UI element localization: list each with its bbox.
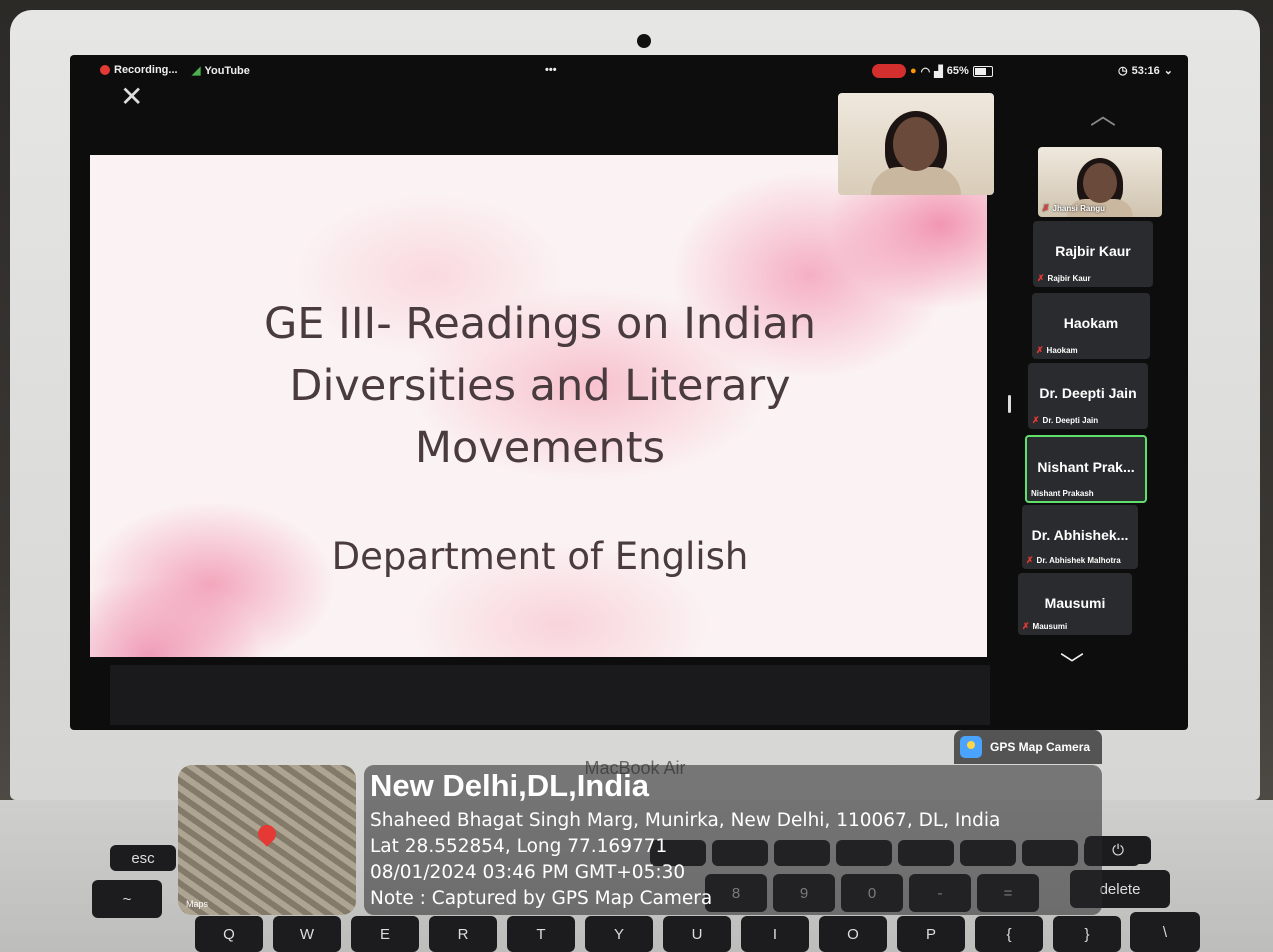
battery-percent: 65% [946,65,969,77]
mic-muted-icon: ✗ [1036,345,1044,355]
cast-icon: ◢ [192,65,201,77]
chevron-down-icon: ⌄ [1163,65,1173,77]
gps-map-thumbnail: Maps [178,765,356,915]
panel-resize-handle[interactable] [1008,395,1011,413]
participant-label: ✗ Rajbir Kaur [1037,273,1091,284]
close-icon[interactable]: ✕ [120,83,143,111]
key-letter: P [897,916,965,952]
participant-label-text: Dr. Deepti Jain [1042,416,1099,425]
key-letter: R [429,916,497,952]
slide-title: GE III- Readings on Indian Diversities a… [263,299,816,473]
participant-label: ✗ Jhansi Rangu [1042,203,1105,214]
chevron-up-icon[interactable]: ︿ [1090,95,1116,132]
mic-muted-icon: ✗ [1026,555,1034,565]
participant-name: Mausumi [1044,595,1106,611]
participant-label-text: Jhansi Rangu [1052,204,1105,213]
status-cluster: ● ◠ ▟ 65% [872,64,993,78]
key-letter: { [975,916,1043,952]
record-icon [100,65,110,75]
gps-camera-icon [960,736,982,758]
recording-indicator[interactable]: Recording... [100,64,178,76]
participant-label: ✗ Haokam [1036,345,1078,356]
youtube-indicator[interactable]: ◢ YouTube [192,64,250,78]
map-pin-icon [254,821,280,847]
participant-label: Nishant Prakash [1031,489,1094,498]
mic-muted-icon: ✗ [1022,621,1030,631]
mic-dot-icon: ● [910,65,917,77]
recording-label: Recording... [114,64,178,76]
webcam [637,34,651,48]
participant-label: ✗ Mausumi [1022,621,1067,632]
participant-label-text: Dr. Abhishek Malhotra [1036,556,1121,565]
participant-label-text: Nishant Prakash [1031,489,1094,498]
maps-label: Maps [186,899,209,909]
key-letter: U [663,916,731,952]
app-label: YouTube [204,64,250,77]
participant-name: Dr. Deepti Jain [1039,385,1137,401]
battery-icon [972,65,993,77]
key-tilde: ~ [92,880,162,918]
gps-datetime: 08/01/2024 03:46 PM GMT+05:30 [370,862,686,883]
participant-tile[interactable]: Nishant Prak... Nishant Prakash [1025,435,1147,503]
more-dots[interactable]: ••• [545,64,557,76]
participant-tile[interactable]: Dr. Deepti Jain ✗ Dr. Deepti Jain [1028,363,1148,429]
clock[interactable]: ◷ 53:16 ⌄ [1118,64,1173,78]
key-letter: O [819,916,887,952]
participant-label: ✗ Dr. Abhishek Malhotra [1026,555,1121,566]
key-letter: Y [585,916,653,952]
signal-icon: ▟ [934,65,943,78]
speaker-avatar [871,111,961,195]
participant-tile[interactable]: ✗ Jhansi Rangu [1038,147,1162,217]
participant-label: ✗ Dr. Deepti Jain [1032,415,1098,426]
gps-app-name: GPS Map Camera [990,740,1091,754]
clock-time: 53:16 [1131,64,1160,77]
participant-name: Rajbir Kaur [1055,243,1131,259]
chevron-down-icon[interactable]: ﹀ [1060,645,1084,680]
gps-note: Note : Captured by GPS Map Camera [370,888,713,909]
speaker-video[interactable] [838,93,994,195]
gps-city: New Delhi,DL,India [370,768,650,803]
participant-tile[interactable]: Mausumi ✗ Mausumi [1018,573,1132,635]
key-letter: W [273,916,341,952]
key-letter: } [1053,916,1121,952]
participant-tile[interactable]: Rajbir Kaur ✗ Rajbir Kaur [1033,221,1153,287]
key-letter: T [507,916,575,952]
mic-muted-icon: ✗ [1037,273,1045,283]
gps-coords: Lat 28.552854, Long 77.169771 [370,836,668,857]
key-letter: E [351,916,419,952]
participant-name: Haokam [1063,315,1119,331]
presentation-slide: GE III- Readings on Indian Diversities a… [90,155,987,657]
participant-tile[interactable]: Dr. Abhishek... ✗ Dr. Abhishek Malhotra [1022,505,1138,569]
participant-label-text: Haokam [1046,346,1078,355]
mic-muted-icon: ✗ [1042,203,1050,213]
menu-bar: Recording... ◢ YouTube ••• ● ◠ ▟ 65% ◷ 5… [70,55,1188,85]
key-letter: Q [195,916,263,952]
slide-subtitle: Department of English [331,535,749,578]
participant-tile[interactable]: Haokam ✗ Haokam [1032,293,1150,359]
clock-icon: ◷ [1118,65,1128,77]
participant-label-text: Mausumi [1032,622,1068,631]
mic-muted-icon: ✗ [1032,415,1040,425]
participant-label-text: Rajbir Kaur [1047,274,1091,283]
laptop-screen: Recording... ◢ YouTube ••• ● ◠ ▟ 65% ◷ 5… [70,55,1188,730]
key-backslash: \ [1130,912,1200,952]
key-esc: esc [110,845,176,871]
screen-share-pill[interactable] [872,64,906,78]
participant-name: Dr. Abhishek... [1031,527,1129,543]
participant-name: Nishant Prak... [1037,459,1135,475]
key-letter: I [741,916,809,952]
meeting-footer [110,665,990,725]
wifi-icon: ◠ [920,65,931,78]
gps-app-badge: GPS Map Camera [954,730,1102,764]
gps-address: Shaheed Bhagat Singh Marg, Munirka, New … [370,810,1001,831]
